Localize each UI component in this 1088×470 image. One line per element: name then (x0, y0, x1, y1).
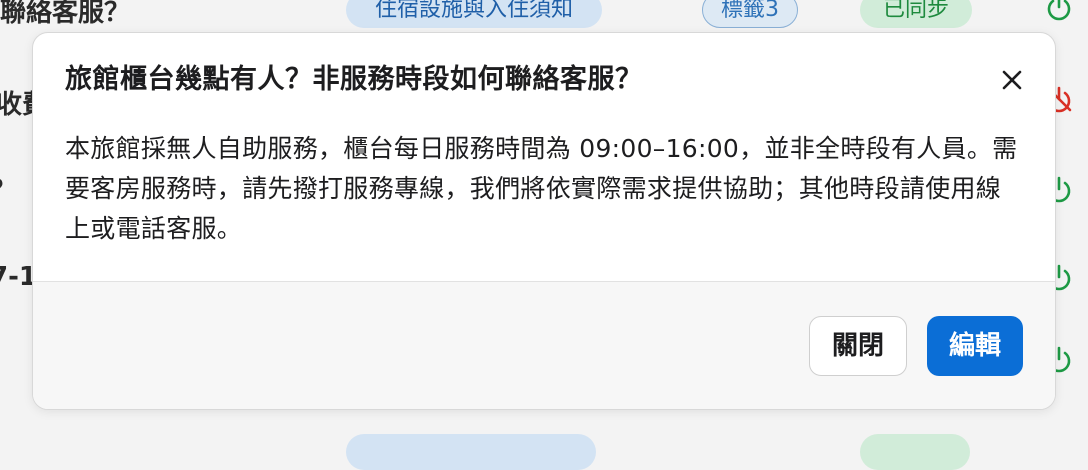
edit-button[interactable]: 編輯 (927, 316, 1023, 376)
tag-badge: 標籤3 (702, 0, 798, 28)
row-question: ？ (0, 170, 16, 207)
row-question: 聯絡客服？ (0, 0, 131, 28)
category-badge (346, 434, 596, 470)
dialog-title: 旅館櫃台幾點有人？非服務時段如何聯絡客服？ (65, 64, 643, 95)
sync-status-badge: 已同步 (860, 0, 972, 28)
close-icon[interactable] (995, 63, 1029, 97)
category-badge: 住宿設施與入住須知 (346, 0, 602, 28)
faq-detail-dialog: 旅館櫃台幾點有人？非服務時段如何聯絡客服？ 本旅館採無人自助服務，櫃台每日服務時… (32, 32, 1056, 410)
sync-status-badge (860, 434, 970, 470)
power-icon[interactable] (1044, 0, 1074, 22)
dialog-body-text: 本旅館採無人自助服務，櫃台每日服務時間為 09:00–16:00，並非全時段有人… (65, 134, 1018, 243)
close-button[interactable]: 關閉 (809, 316, 907, 376)
